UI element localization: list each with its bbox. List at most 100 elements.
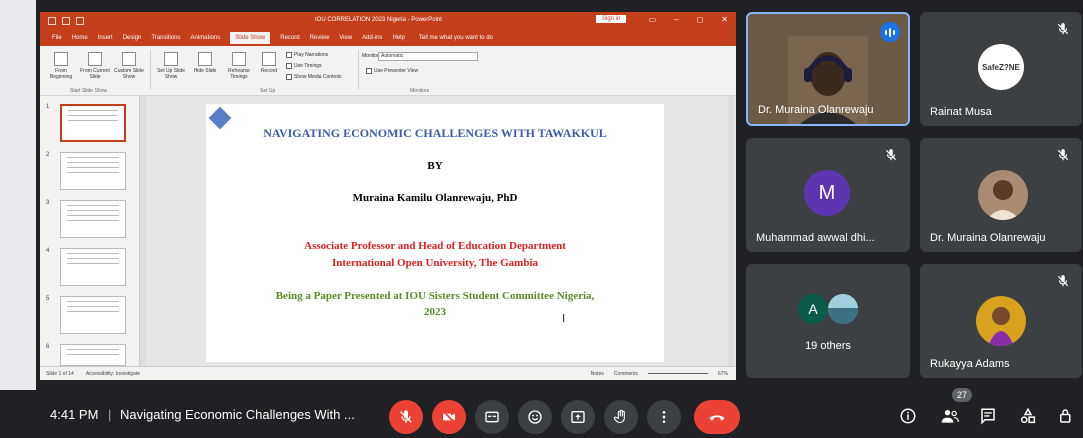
rehearse-icon [232,52,246,66]
lock-person-icon [1060,409,1071,423]
ppt-sign-in-button: Sign in [596,15,627,23]
slide-thumbnail [60,200,126,238]
tab-animations: Animations [190,35,221,41]
speaking-indicator-icon [880,22,900,42]
avatar: M [804,170,850,216]
slideshow-current-icon [88,52,102,66]
use-timings-check: Use Timings [286,63,322,69]
status-right: Notes Comments 67% [591,371,736,377]
chat-icon [981,408,995,425]
text-cursor-icon: I [562,312,566,325]
tell-me-search: Tell me what you want to do [418,35,493,41]
participant-photo [828,294,858,324]
slide-author: Muraina Kamilu Olanrewaju, PhD [352,192,518,204]
slide-thumbnails: 1 2 3 4 5 6 [40,96,140,366]
hide-slide-button: Hide Slide [190,52,220,74]
slide-by: BY [427,160,443,172]
accessibility-status: Accessibility: Investigate [85,370,141,377]
group-start-label: Start Slide Show [70,88,107,94]
participant-name: Dr. Muraina Olanrewaju [930,232,1046,244]
group-monitors-label: Monitors [410,88,430,94]
thumbnail-row: 1 [46,104,136,144]
from-beginning-button: From Beginning [46,52,76,80]
ppt-status-bar: Slide 1 of 14 Accessibility: Investigate… [40,366,736,380]
participant-name: Dr. Muraina Olanrewaju [758,104,874,116]
host-controls-button[interactable] [1054,404,1078,428]
participant-photo [988,307,1014,346]
participant-tile[interactable]: Rukayya Adams [920,264,1082,378]
thumbnail-row: 2 [46,152,136,192]
mic-off-icon [1057,149,1069,161]
comments-button: Comments [613,370,638,377]
participant-photo [986,180,1020,220]
from-current-button: From Current Slide [80,52,110,80]
title-separator: | [108,407,112,422]
more-options-button[interactable] [647,400,681,434]
captions-icon [485,411,499,423]
custom-show-icon [122,52,136,66]
avatar: A [798,294,828,324]
people-icon [941,410,959,423]
participant-tile[interactable]: Dr. Muraina Olanrewaju [920,138,1082,252]
slide-title: NAVIGATING ECONOMIC CHALLENGES WITH TAWA… [263,126,607,140]
left-gutter [0,0,36,390]
rehearse-button: Rehearse Timings [224,52,254,80]
show-media-check: Show Media Controls [286,74,342,80]
meet-control-bar: 4:41 PM | Navigating Economic Challenges… [0,390,1083,438]
tab-insert: Insert [97,35,113,41]
close-icon: ✕ [721,15,728,24]
avatar [828,294,858,324]
participant-tile[interactable]: Dr. Muraina Olanrewaju [746,12,910,126]
activities-icon [1020,407,1036,424]
ribbon-display-icon: ▭ [648,15,657,24]
participant-tile[interactable]: SafeZ?NE Rainat Musa [920,12,1082,126]
camera-toggle-button[interactable] [432,400,466,434]
group-setup-label: Set Up [260,88,276,94]
raise-hand-button[interactable] [604,400,638,434]
ribbon-separator [358,50,359,90]
others-tile[interactable]: A 19 others [746,264,910,378]
tab-add-ins: Add-ins [362,35,383,41]
meeting-details-button[interactable] [896,404,920,428]
present-button[interactable] [561,400,595,434]
redo-icon [76,17,84,25]
mic-off-icon [1057,275,1069,287]
minimize-icon: – [674,15,679,24]
notes-button: Notes [590,370,604,377]
info-icon [900,408,916,424]
tab-home: Home [71,35,88,41]
reactions-button[interactable] [518,400,552,434]
record-button: Record [254,52,284,74]
captions-button[interactable] [475,400,509,434]
presenter-view-check: Use Presenter View [366,68,418,74]
tab-view: View [339,35,353,41]
zoom-slider [647,373,708,374]
mic-toggle-button[interactable] [389,400,423,434]
safezone-logo: SafeZ?NE [978,44,1024,90]
ppt-window-title: IOU CORRELATION 2023 Nigeria - PowerPoin… [315,17,442,23]
tab-design: Design [122,35,142,41]
meeting-title: Navigating Economic Challenges With ... [120,407,355,422]
participant-tile[interactable]: M Muhammad awwal dhi... [746,138,910,252]
leave-call-button[interactable] [694,400,740,434]
tab-slide-show: Slide Show [230,32,271,44]
slide-count: Slide 1 of 14 [46,370,74,377]
current-slide: NAVIGATING ECONOMIC CHALLENGES WITH TAWA… [206,104,664,362]
slide-thumbnail [60,296,126,334]
thumbnail-row: 3 [46,200,136,240]
people-button[interactable] [938,404,962,428]
tab-file: File [52,35,62,41]
mic-off-icon [1057,23,1069,35]
activities-button[interactable] [1016,404,1040,428]
tab-transitions: Transitions [151,35,181,41]
end-call-icon [709,415,725,421]
thumbnail-row: 5 [46,296,136,336]
tab-review: Review [309,35,330,41]
mic-off-icon [885,149,897,161]
mic-off-icon [400,410,412,423]
quick-access-toolbar [40,17,84,25]
others-count: 19 others [805,340,851,352]
set-up-button: Set Up Slide Show [156,52,186,80]
chat-button[interactable] [976,404,1000,428]
ppt-title-bar: IOU CORRELATION 2023 Nigeria - PowerPoin… [40,12,736,30]
